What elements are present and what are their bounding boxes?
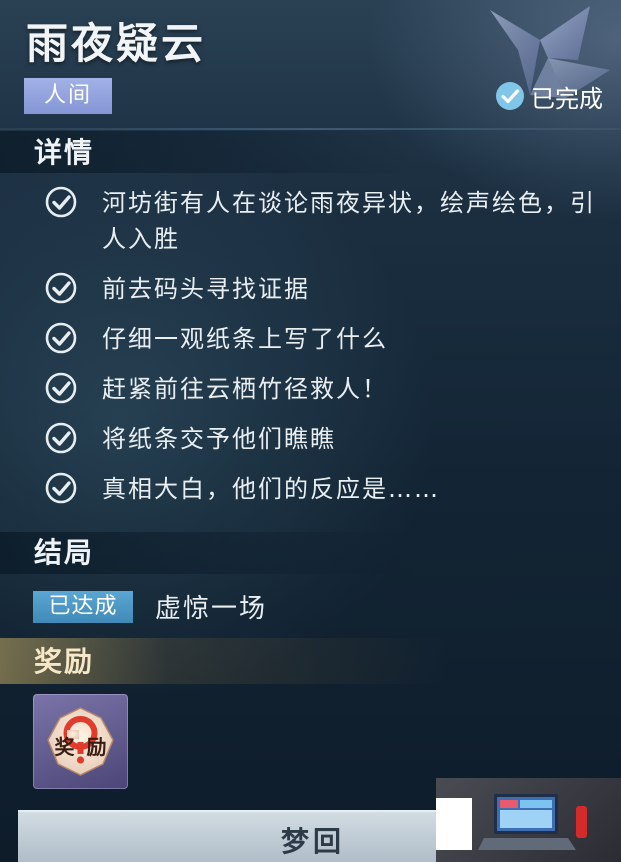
task-text: 前去码头寻找证据: [102, 275, 310, 303]
quest-title: 雨夜疑云: [26, 19, 207, 68]
check-circle-icon: [45, 372, 77, 404]
task-list: 河坊街有人在谈论雨夜异状，绘声绘色，引人入胜 前去码头寻找证据 仔细一观纸条上写…: [44, 185, 614, 521]
ending-achieved-badge: 已达成: [33, 590, 133, 623]
task-text: 将纸条交予他们瞧瞧: [102, 425, 336, 453]
task-item: 真相大白，他们的反应是……: [44, 471, 614, 507]
check-circle-icon: [45, 186, 77, 218]
site-watermark: [436, 778, 621, 862]
check-circle-icon: [45, 322, 77, 354]
task-text: 赶紧前往云栖竹径救人！: [102, 375, 388, 403]
check-circle-icon: [45, 422, 77, 454]
task-text: 真相大白，他们的反应是……: [102, 475, 440, 503]
task-item: 将纸条交予他们瞧瞧: [44, 421, 614, 457]
laptop-icon: [478, 794, 587, 850]
watermark-logo-icon: [436, 798, 472, 850]
details-heading: 详情: [34, 136, 95, 169]
task-item: 前去码头寻找证据: [44, 271, 614, 307]
header-divider: [0, 128, 621, 130]
quest-status: 已完成: [495, 78, 603, 114]
reward-item-label: 奖励: [54, 735, 119, 759]
quest-panel: 雨夜疑云 人间 已完成 详情 河坊街有人在谈论雨夜异状，绘声绘色，引人入胜 前去…: [0, 0, 621, 862]
ending-name: 虚惊一场: [155, 594, 268, 624]
task-item: 赶紧前往云栖竹径救人！: [44, 371, 614, 407]
task-item: 河坊街有人在谈论雨夜异状，绘声绘色，引人入胜: [44, 185, 614, 257]
check-circle-icon: [45, 272, 77, 304]
task-text: 仔细一观纸条上写了什么: [102, 325, 388, 353]
reward-item-slot[interactable]: 奖励: [33, 694, 128, 789]
quest-category-tag: 人间: [24, 78, 112, 114]
ending-row: 已达成 虚惊一场: [33, 588, 267, 625]
task-text: 河坊街有人在谈论雨夜异状，绘声绘色，引人入胜: [102, 189, 596, 253]
task-item: 仔细一观纸条上写了什么: [44, 321, 614, 357]
ending-heading: 结局: [34, 536, 95, 569]
checkmark-badge-icon: [496, 82, 524, 110]
status-label: 已完成: [531, 84, 603, 113]
check-circle-icon: [45, 472, 77, 504]
reward-heading: 奖励: [34, 645, 95, 678]
